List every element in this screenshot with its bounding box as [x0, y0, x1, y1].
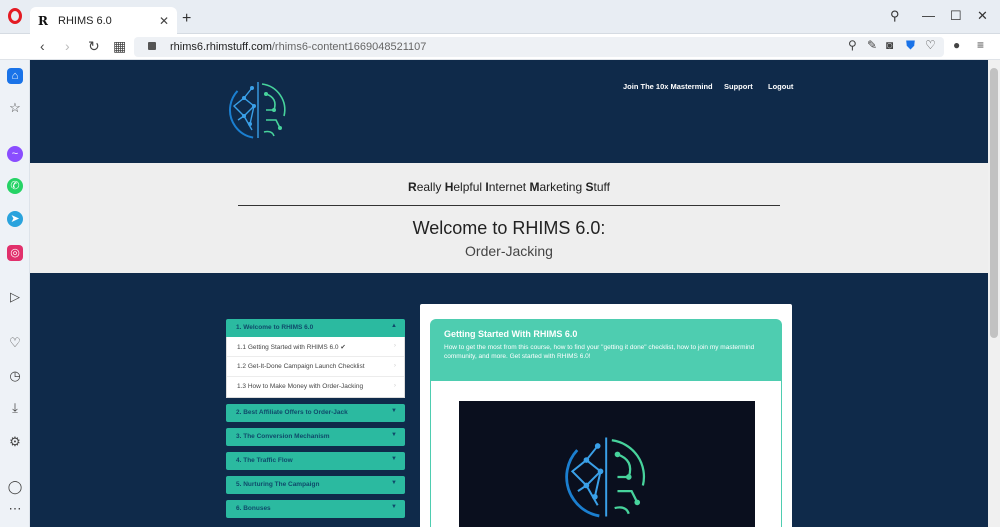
page-subtitle: Order-Jacking: [465, 243, 553, 259]
tagline-word: nternet: [488, 180, 530, 194]
tab-title: RHIMS 6.0: [58, 14, 112, 27]
section-6-header[interactable]: 6. Bonuses ▼: [226, 500, 405, 518]
title-band: Really Helpful Internet Marketing Stuff …: [30, 163, 988, 273]
section-label: 3. The Conversion Mechanism: [236, 433, 330, 440]
rhims-favicon-icon: R: [38, 13, 48, 28]
caret-down-icon: ▼: [391, 504, 397, 510]
lesson-label: 1.1 Getting Started with RHIMS 6.0 ✔: [237, 344, 346, 351]
site-tagline: Really Helpful Internet Marketing Stuff: [30, 180, 988, 194]
chevron-right-icon: ›: [393, 382, 396, 389]
history-icon[interactable]: ◷: [7, 368, 23, 384]
more-icon[interactable]: ⋯: [7, 501, 23, 517]
chevron-right-icon: ›: [393, 342, 396, 349]
section-label: 6. Bonuses: [236, 505, 271, 512]
lesson-card: Getting Started With RHIMS 6.0 How to ge…: [420, 304, 792, 527]
section-4-header[interactable]: 4. The Traffic Flow ▼: [226, 452, 405, 470]
lock-icon[interactable]: [148, 42, 156, 50]
caret-up-icon: ▲: [391, 323, 397, 329]
scrollbar-thumb[interactable]: [990, 68, 998, 338]
url-path: /rhims6-content1669048521107: [271, 41, 427, 53]
url-host: rhims6.rhimstuff.com: [170, 41, 272, 53]
reload-icon[interactable]: ↻: [88, 38, 100, 55]
site-header: Join The 10x Mastermind Support Logout: [30, 60, 988, 163]
rhims-logo-icon[interactable]: [228, 76, 292, 144]
rhims-video-logo-icon: [565, 436, 648, 518]
lesson-body: [430, 381, 782, 527]
url-field[interactable]: rhims6.rhimstuff.com/rhims6-content16690…: [134, 37, 944, 57]
section-label: 2. Best Affiliate Offers to Order-Jack: [236, 409, 348, 416]
home-icon[interactable]: ⌂: [7, 68, 23, 84]
caret-down-icon: ▼: [391, 432, 397, 438]
caret-down-icon: ▼: [391, 480, 397, 486]
download-icon[interactable]: ⤓: [7, 400, 23, 416]
lesson-item[interactable]: 1.2 Get-It-Done Campaign Launch Checklis…: [227, 357, 404, 377]
profile-icon[interactable]: ●: [953, 38, 960, 52]
close-tab-icon[interactable]: ✕: [159, 14, 169, 28]
browser-tabbar: R RHIMS 6.0 ✕ + ⚲ — ☐ ✕: [0, 0, 1000, 34]
nav-logout-link[interactable]: Logout: [768, 82, 793, 91]
caret-down-icon: ▼: [391, 456, 397, 462]
chevron-right-icon: ›: [393, 362, 396, 369]
course-menu: 1. Welcome to RHIMS 6.0 ▲ 1.1 Getting St…: [226, 319, 405, 524]
tagline-letter: R: [408, 180, 417, 194]
search-tabs-icon[interactable]: ⚲: [890, 8, 900, 24]
maximize-icon[interactable]: ☐: [950, 8, 962, 24]
web-page: Join The 10x Mastermind Support Logout R…: [30, 60, 988, 527]
new-tab-icon[interactable]: +: [182, 10, 191, 28]
page-title: Welcome to RHIMS 6.0:: [412, 218, 606, 238]
tagline-letter: M: [529, 180, 540, 194]
player-icon[interactable]: ▷: [7, 289, 23, 305]
nav-support-link[interactable]: Support: [724, 82, 753, 91]
lesson-description: How to get the most from this course, ho…: [444, 344, 755, 360]
section-3-header[interactable]: 3. The Conversion Mechanism ▼: [226, 428, 405, 446]
section-label: 4. The Traffic Flow: [236, 457, 293, 464]
heart-icon[interactable]: ♡: [925, 38, 936, 52]
browser-tab[interactable]: R RHIMS 6.0 ✕: [30, 7, 177, 34]
heart-icon[interactable]: ♡: [7, 335, 23, 351]
camera-icon[interactable]: ◙: [886, 38, 893, 52]
tagline-letter: S: [585, 180, 594, 194]
tagline-word: elpful: [453, 180, 486, 194]
section-label: 1. Welcome to RHIMS 6.0: [236, 324, 314, 331]
minimize-icon[interactable]: —: [922, 8, 935, 23]
lesson-header: Getting Started With RHIMS 6.0 How to ge…: [430, 319, 782, 381]
settings-icon[interactable]: ⚙: [7, 434, 23, 450]
tabs-grid-icon[interactable]: ▦: [113, 38, 126, 55]
nav-mastermind-link[interactable]: Join The 10x Mastermind: [623, 82, 713, 91]
close-window-icon[interactable]: ✕: [977, 8, 988, 24]
whatsapp-icon[interactable]: ✆: [7, 178, 23, 194]
page-scrollbar[interactable]: [988, 60, 1000, 527]
divider: [238, 205, 780, 206]
menu-icon[interactable]: ≡: [977, 38, 984, 52]
telegram-icon[interactable]: ➤: [7, 211, 23, 227]
section-5-header[interactable]: 5. Nurturing The Campaign ▼: [226, 476, 405, 494]
lesson-item[interactable]: 1.1 Getting Started with RHIMS 6.0 ✔ ›: [227, 337, 404, 357]
messenger-icon[interactable]: ~: [7, 146, 23, 162]
lesson-label: 1.3 How to Make Money with Order-Jacking: [237, 383, 364, 390]
tagline-word: eally: [416, 180, 445, 194]
instagram-icon[interactable]: ◎: [7, 245, 23, 261]
section-2-header[interactable]: 2. Best Affiliate Offers to Order-Jack ▼: [226, 404, 405, 422]
tagline-word: tuff: [593, 180, 610, 194]
lesson-label: 1.2 Get-It-Done Campaign Launch Checklis…: [237, 363, 365, 370]
section-label: 5. Nurturing The Campaign: [236, 481, 320, 488]
opera-logo-icon[interactable]: [8, 8, 22, 24]
lightbulb-icon[interactable]: ◯: [7, 479, 23, 495]
edit-icon[interactable]: ✎: [867, 38, 877, 52]
shield-icon[interactable]: ⛊: [906, 38, 915, 53]
lesson-title: Getting Started With RHIMS 6.0: [444, 329, 578, 339]
caret-down-icon: ▼: [391, 408, 397, 414]
video-player[interactable]: [459, 401, 755, 527]
lesson-item[interactable]: 1.3 How to Make Money with Order-Jacking…: [227, 377, 404, 397]
star-icon[interactable]: ☆: [7, 100, 23, 116]
tagline-word: arketing: [539, 180, 586, 194]
section-1-header[interactable]: 1. Welcome to RHIMS 6.0 ▲: [226, 319, 405, 337]
zoom-icon[interactable]: ⚲: [848, 38, 857, 52]
opera-sidebar: ⌂ ☆ ~ ✆ ➤ ◎ ▷ ♡ ◷ ⤓ ⚙ ◯ ⋯: [0, 60, 30, 527]
forward-icon[interactable]: ›: [65, 38, 70, 54]
section-1-lessons: 1.1 Getting Started with RHIMS 6.0 ✔ › 1.…: [226, 337, 405, 398]
back-icon[interactable]: ‹: [40, 38, 45, 54]
